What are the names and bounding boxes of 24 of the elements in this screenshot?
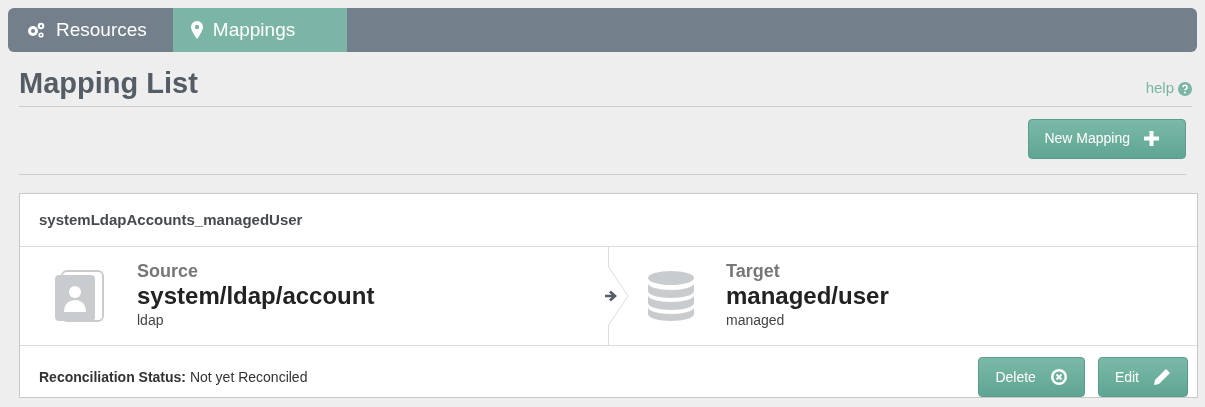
nav-tab[interactable]: Resources <box>8 8 173 52</box>
plus-icon <box>1144 131 1159 147</box>
nav-tab[interactable]: Mappings <box>172 8 348 52</box>
endpoint-type: managed <box>726 310 786 330</box>
user-card-icon <box>53 270 104 323</box>
arrow-right-icon <box>604 289 618 304</box>
endpoint-path: system/ldap/account <box>137 282 375 310</box>
new-mapping-button[interactable]: New Mapping <box>1028 118 1186 159</box>
map-pin-icon <box>190 21 203 39</box>
card-action-button[interactable]: Edit <box>1097 357 1188 398</box>
gears-icon <box>26 21 46 39</box>
help-icon <box>1178 81 1192 96</box>
page-title: Mapping List <box>19 66 198 100</box>
reconciliation-status: Reconciliation Status: Not yet Reconciled <box>39 367 308 387</box>
card-action-button[interactable]: Delete <box>978 357 1085 398</box>
endpoint-type: ldap <box>137 310 165 330</box>
close-circle-icon <box>1049 368 1068 387</box>
help-link[interactable]: help <box>1145 77 1192 100</box>
pencil-icon <box>1153 368 1171 387</box>
endpoint-label: Source <box>137 262 200 282</box>
database-icon <box>647 271 694 322</box>
endpoint-path: managed/user <box>726 282 889 310</box>
mapping-name: systemLdapAccounts_managedUser <box>20 193 1197 248</box>
endpoint-label: Target <box>726 262 781 282</box>
